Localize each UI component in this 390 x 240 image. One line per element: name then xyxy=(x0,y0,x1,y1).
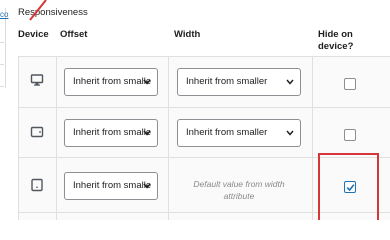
column-header-hide: Hide on device? xyxy=(318,29,378,53)
offset-select-value: Inherit from smalle xyxy=(73,127,152,138)
column-divider xyxy=(168,56,169,220)
row-divider xyxy=(18,107,390,108)
column-header-offset: Offset xyxy=(60,29,88,40)
desktop-icon xyxy=(29,72,45,88)
chevron-down-icon xyxy=(143,183,151,189)
column-header-device: Device xyxy=(18,29,49,40)
tablet-icon xyxy=(29,124,45,140)
offset-select-value: Inherit from smalle xyxy=(73,180,152,191)
column-header-hide-line2: device? xyxy=(318,41,354,52)
width-select-value: Inherit from smaller xyxy=(186,76,268,87)
column-divider xyxy=(18,56,19,220)
chevron-down-icon xyxy=(286,130,294,136)
row-divider xyxy=(18,212,390,213)
column-header-width: Width xyxy=(174,29,201,40)
offset-select-tablet[interactable]: Inherit from smalle xyxy=(64,119,158,147)
chevron-down-icon xyxy=(143,130,151,136)
row-divider xyxy=(18,157,390,158)
hide-checkbox-desktop[interactable] xyxy=(344,78,356,90)
chevron-down-icon xyxy=(286,79,294,85)
hide-checkbox-tablet[interactable] xyxy=(344,129,356,141)
column-divider xyxy=(56,56,57,220)
width-select-value: Inherit from smaller xyxy=(186,127,268,138)
offset-select-desktop[interactable]: Inherit from smalle xyxy=(64,68,158,96)
row-divider xyxy=(18,56,390,57)
section-title: Responsiveness xyxy=(18,7,88,18)
column-divider xyxy=(312,56,313,220)
offset-select-mobile[interactable]: Inherit from smalle xyxy=(64,172,158,200)
column-header-hide-line1: Hide on xyxy=(318,29,353,40)
checkmark-icon xyxy=(346,184,355,192)
offset-select-value: Inherit from smalle xyxy=(73,76,152,87)
width-select-desktop[interactable]: Inherit from smaller xyxy=(177,68,301,96)
width-select-tablet[interactable]: Inherit from smaller xyxy=(177,119,301,147)
left-panel-link[interactable]: co xyxy=(0,10,8,19)
mobile-icon xyxy=(29,177,45,193)
responsiveness-panel: co Responsiveness Device Offset Width Hi… xyxy=(0,0,390,220)
width-default-line1: Default value from width xyxy=(193,179,285,189)
width-default-placeholder: Default value from width attribute xyxy=(177,178,301,202)
chevron-down-icon xyxy=(143,79,151,85)
width-default-line2: attribute xyxy=(223,191,255,201)
hide-checkbox-mobile[interactable] xyxy=(344,181,356,193)
left-panel-edge: co xyxy=(0,8,8,88)
